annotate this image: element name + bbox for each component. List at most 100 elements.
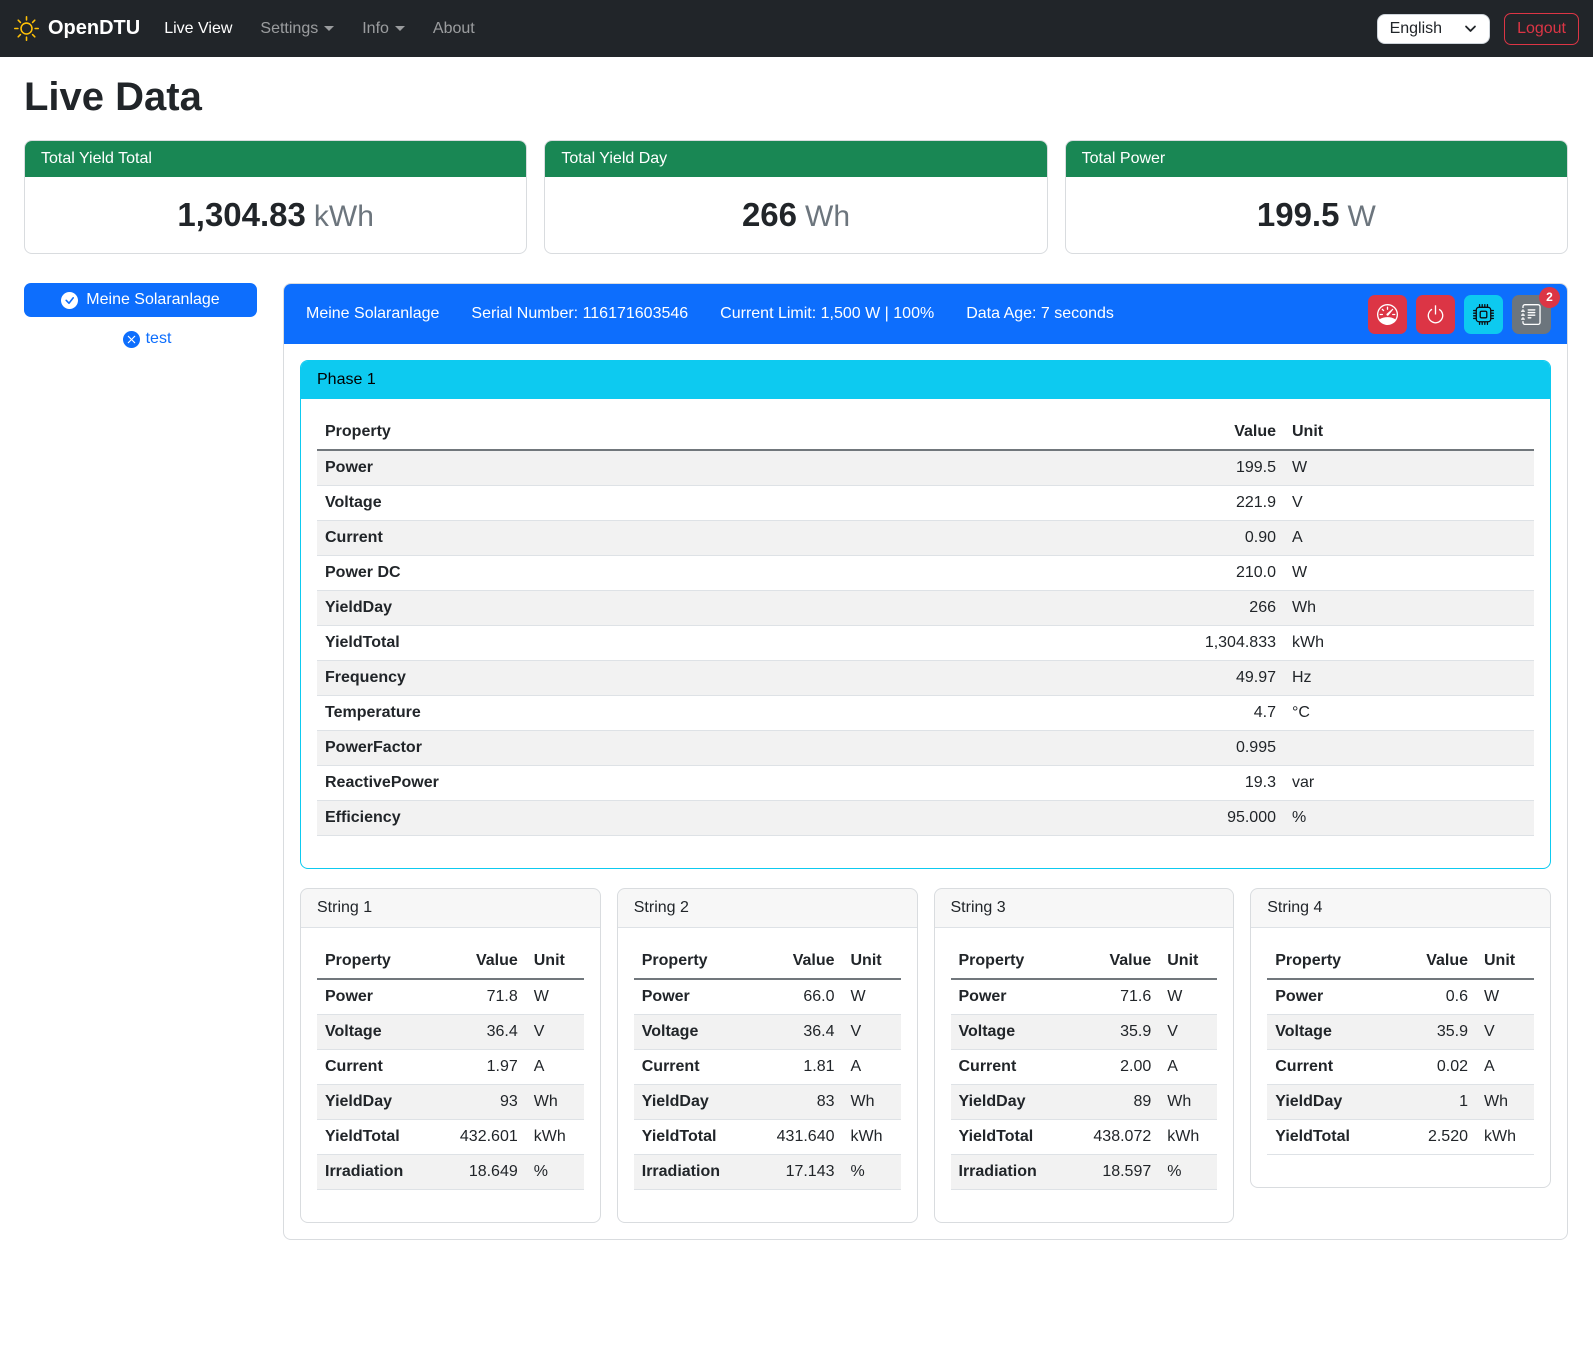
table-row: Current0.90A (317, 521, 1534, 556)
limit-settings-button[interactable] (1368, 295, 1407, 334)
table-row: Voltage36.4V (317, 1015, 584, 1050)
phase-1-card: Phase 1 Property Value Unit Power199.5WV… (300, 360, 1551, 869)
nav-item-settings[interactable]: Settings (246, 12, 348, 46)
table-row: Power71.6W (951, 979, 1218, 1015)
column-header-unit: Unit (843, 944, 901, 979)
power-toggle-button[interactable] (1416, 295, 1455, 334)
language-selected-value: English (1390, 20, 1442, 38)
gauge-icon (1377, 304, 1398, 325)
nav-links: Live View Settings Info About (150, 12, 489, 46)
column-header-property: Property (1267, 944, 1384, 979)
property-cell: Efficiency (317, 801, 1154, 836)
table-row: Power66.0W (634, 979, 901, 1015)
value-cell: 0.6 (1384, 979, 1476, 1015)
property-cell: YieldTotal (951, 1120, 1068, 1155)
journal-text-icon (1521, 304, 1542, 325)
unit-cell: A (526, 1050, 584, 1085)
brand-link[interactable]: OpenDTU (14, 16, 140, 41)
event-log-button[interactable]: 2 (1512, 295, 1551, 334)
strings-row: String 1 Property Value Unit (300, 888, 1551, 1223)
property-cell: Voltage (634, 1015, 751, 1050)
value-cell: 1.81 (751, 1050, 843, 1085)
unit-cell: V (1476, 1015, 1534, 1050)
inverter-sidebar: Meine Solaranlage test (24, 283, 270, 348)
device-info-button[interactable] (1464, 295, 1503, 334)
table-row: Irradiation18.597% (951, 1155, 1218, 1190)
language-select[interactable]: English (1377, 14, 1490, 44)
inverter-limit: Current Limit: 1,500 W | 100% (720, 305, 934, 323)
property-cell: Power DC (317, 556, 1154, 591)
string-4-title: String 4 (1251, 889, 1550, 928)
unit-cell: kWh (1159, 1120, 1217, 1155)
table-row: Current1.81A (634, 1050, 901, 1085)
table-row: Irradiation17.143% (634, 1155, 901, 1190)
inverter-select-button[interactable]: Meine Solaranlage (24, 283, 257, 317)
logout-button[interactable]: Logout (1504, 13, 1579, 45)
property-cell: Frequency (317, 661, 1154, 696)
phase-1-table: Property Value Unit Power199.5WVoltage22… (317, 415, 1534, 836)
property-cell: Voltage (951, 1015, 1068, 1050)
table-row: YieldTotal1,304.833kWh (317, 626, 1534, 661)
nav-item-about[interactable]: About (419, 12, 489, 46)
string-2-card: String 2 Property Value Unit (617, 888, 918, 1223)
summary-card-body: 266Wh (545, 177, 1046, 253)
value-cell: 19.3 (1154, 766, 1284, 801)
value-cell: 66.0 (751, 979, 843, 1015)
table-row: YieldTotal2.520kWh (1267, 1120, 1534, 1155)
value-cell: 89 (1067, 1085, 1159, 1120)
table-row: Irradiation18.649% (317, 1155, 584, 1190)
table-row: Current1.97A (317, 1050, 584, 1085)
table-row: PowerFactor0.995 (317, 731, 1534, 766)
summary-cards-row: Total Yield Total 1,304.83kWh Total Yiel… (24, 140, 1568, 254)
value-cell: 210.0 (1154, 556, 1284, 591)
caret-down-icon (324, 26, 334, 31)
property-cell: Current (951, 1050, 1068, 1085)
table-row: Frequency49.97Hz (317, 661, 1534, 696)
unit-cell: V (1284, 486, 1534, 521)
string-1-table: Property Value Unit Power71.8WVoltage36.… (317, 944, 584, 1190)
unit-cell: Wh (1476, 1085, 1534, 1120)
unit-cell: Wh (843, 1085, 901, 1120)
property-cell: Power (634, 979, 751, 1015)
sun-icon (14, 16, 39, 41)
value-cell: 49.97 (1154, 661, 1284, 696)
value-cell: 71.6 (1067, 979, 1159, 1015)
column-header-value: Value (434, 944, 526, 979)
value-cell: 2.520 (1384, 1120, 1476, 1155)
inverter-actions: 2 (1368, 295, 1551, 334)
value-cell: 18.649 (434, 1155, 526, 1190)
string-3-card: String 3 Property Value Unit (934, 888, 1235, 1223)
value-cell: 83 (751, 1085, 843, 1120)
inverter-select-label: Meine Solaranlage (86, 291, 219, 309)
summary-card-title: Total Yield Total (25, 141, 526, 177)
cpu-icon (1473, 304, 1494, 325)
value-cell: 36.4 (751, 1015, 843, 1050)
table-header-row: Property Value Unit (317, 944, 584, 979)
phase-1-body: Property Value Unit Power199.5WVoltage22… (301, 399, 1550, 868)
value-cell: 221.9 (1154, 486, 1284, 521)
inverter-card: Meine Solaranlage Serial Number: 1161716… (283, 283, 1568, 1240)
property-cell: Current (317, 521, 1154, 556)
check-circle-icon (61, 292, 78, 309)
value-cell: 4.7 (1154, 696, 1284, 731)
inverter-link-test[interactable]: test (24, 330, 270, 348)
unit-cell (1284, 731, 1534, 766)
property-cell: Current (317, 1050, 434, 1085)
nav-item-live-view[interactable]: Live View (150, 12, 246, 46)
x-circle-icon (123, 331, 140, 348)
unit-cell: W (1159, 979, 1217, 1015)
nav-item-info[interactable]: Info (348, 12, 419, 46)
value-cell: 35.9 (1067, 1015, 1159, 1050)
table-row: Power199.5W (317, 450, 1534, 486)
unit-cell: % (1159, 1155, 1217, 1190)
summary-card-total-yield-day: Total Yield Day 266Wh (544, 140, 1047, 254)
property-cell: Irradiation (634, 1155, 751, 1190)
value-cell: 17.143 (751, 1155, 843, 1190)
inverter-data-age: Data Age: 7 seconds (966, 305, 1114, 323)
inverter-card-body: Phase 1 Property Value Unit Power199.5WV… (284, 344, 1567, 1239)
summary-value: 199.5 (1257, 196, 1340, 233)
value-cell: 93 (434, 1085, 526, 1120)
property-cell: YieldTotal (1267, 1120, 1384, 1155)
unit-cell: Wh (1284, 591, 1534, 626)
power-icon (1425, 304, 1446, 325)
